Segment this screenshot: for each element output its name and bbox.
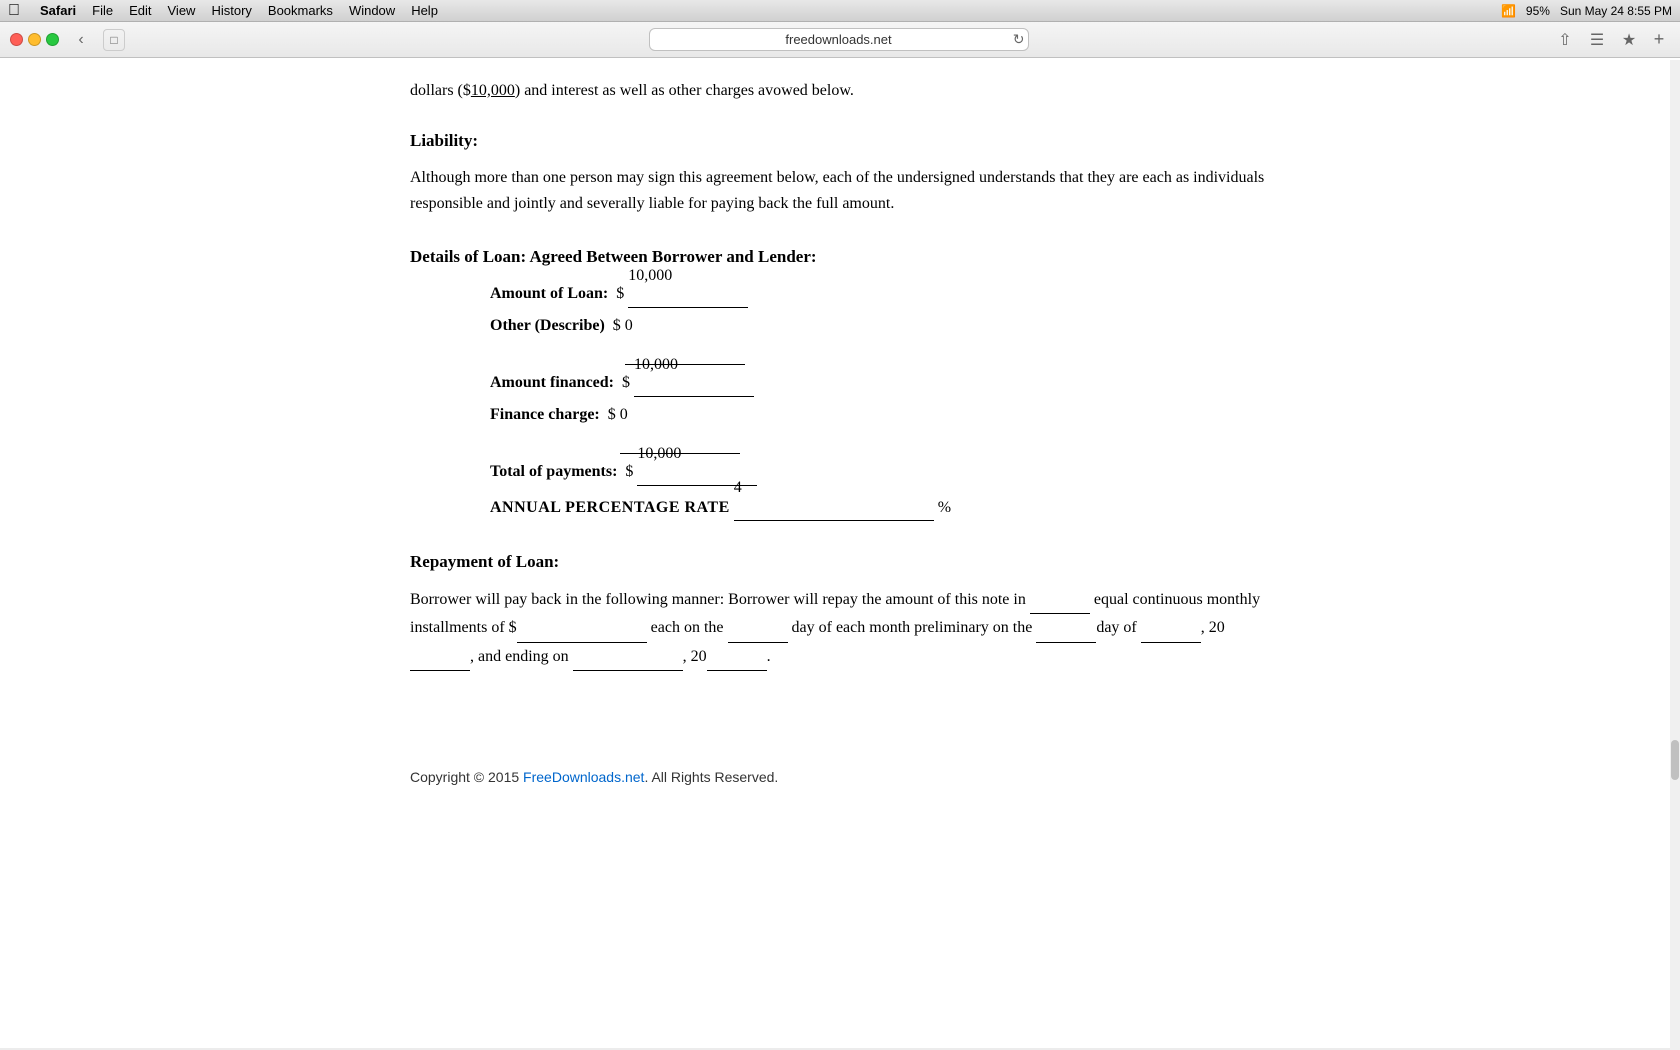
menubar:  Safari File Edit View History Bookmark…: [0, 0, 1680, 22]
apr-row: ANNUAL PERCENTAGE RATE 4 %: [490, 496, 1270, 521]
loan-detail-row: Amount financed: $ 10,000: [490, 371, 1270, 397]
repayment-blank-7: [573, 643, 683, 671]
battery-status: 95%: [1526, 4, 1550, 18]
menubar-status: 📶 95% Sun May 24 8:55 PM: [1501, 4, 1672, 18]
apr-field: 4: [734, 496, 934, 521]
loan-detail-row: Finance charge: $ 0: [490, 403, 1270, 454]
amount-of-loan-field: 10,000: [628, 282, 748, 308]
loan-details-section: Details of Loan: Agreed Between Borrower…: [410, 244, 1270, 521]
fullscreen-button[interactable]: [46, 33, 59, 46]
extensions-button[interactable]: ★: [1616, 29, 1642, 51]
refresh-button[interactable]: ↻: [1013, 31, 1025, 48]
copyright-text: Copyright © 2015: [410, 769, 523, 785]
loan-detail-row: Total of payments: $ 10,000: [490, 460, 1270, 486]
intro-text-before: dollars ($: [410, 82, 471, 99]
currency-symbol-2: $: [609, 314, 621, 338]
intro-text-after: ) and interest as well as other charges …: [515, 82, 854, 99]
repayment-heading: Repayment of Loan:: [410, 549, 1270, 575]
repayment-text: Borrower will pay back in the following …: [410, 586, 1270, 671]
apple-menu[interactable]: : [8, 2, 20, 20]
new-tab-button[interactable]: +: [1648, 29, 1670, 51]
view-menu[interactable]: View: [168, 3, 196, 18]
loan-detail-row: Other (Describe) $ 0: [490, 314, 1270, 365]
edit-menu[interactable]: Edit: [129, 3, 151, 18]
repayment-blank-1: [1030, 586, 1090, 614]
bookmarks-menu[interactable]: Bookmarks: [268, 3, 333, 18]
repayment-blank-5: [1141, 614, 1201, 642]
back-button[interactable]: ‹: [67, 29, 95, 51]
apr-label: ANNUAL PERCENTAGE RATE: [490, 496, 730, 520]
loan-amount-intro: 10,000: [471, 82, 515, 99]
window-controls: [10, 33, 59, 46]
finance-charge-value: 0: [620, 406, 628, 423]
currency-symbol-3: $: [618, 371, 630, 395]
loan-detail-row: Amount of Loan: $ 10,000: [490, 282, 1270, 308]
page-footer: Copyright © 2015 FreeDownloads.net. All …: [410, 751, 1270, 788]
sidebar-button[interactable]: ☰: [1584, 29, 1610, 51]
currency-symbol-1: $: [612, 282, 624, 306]
liability-heading: Liability:: [410, 128, 1270, 154]
repayment-blank-2: [517, 614, 647, 642]
amount-financed-value: 10,000: [634, 353, 678, 377]
amount-of-loan-label: Amount of Loan:: [490, 282, 608, 306]
file-menu[interactable]: File: [92, 3, 113, 18]
repayment-blank-4: [1036, 614, 1096, 642]
apr-value: 4: [734, 476, 742, 500]
repayment-blank-6: [410, 643, 470, 671]
other-describe-value: 0: [625, 317, 633, 334]
amount-financed-field: 10,000: [634, 371, 754, 397]
repayment-blank-3: [728, 614, 788, 642]
amount-of-loan-value: 10,000: [628, 264, 672, 288]
scrollbar-thumb[interactable]: [1671, 740, 1679, 780]
total-payments-label: Total of payments:: [490, 460, 617, 484]
browser-toolbar: ‹ □ freedownloads.net ↻ ⇧ ☰ ★ +: [0, 22, 1680, 58]
repayment-section: Repayment of Loan: Borrower will pay bac…: [410, 549, 1270, 671]
page-content: dollars ($10,000) and interest as well a…: [240, 58, 1440, 848]
finance-charge-label: Finance charge:: [490, 403, 600, 427]
currency-symbol-5: $: [621, 460, 633, 484]
freedownloads-link[interactable]: FreeDownloads.net: [523, 769, 644, 785]
tab-switcher-button[interactable]: □: [103, 29, 125, 51]
close-button[interactable]: [10, 33, 23, 46]
repayment-blank-8: [707, 643, 767, 671]
help-menu[interactable]: Help: [411, 3, 438, 18]
history-menu[interactable]: History: [211, 3, 251, 18]
address-bar-container: freedownloads.net ↻: [133, 28, 1544, 51]
amount-financed-label: Amount financed:: [490, 371, 614, 395]
loan-details-table: Amount of Loan: $ 10,000 Other (Describe…: [490, 282, 1270, 521]
minimize-button[interactable]: [28, 33, 41, 46]
page-wrapper: dollars ($10,000) and interest as well a…: [0, 58, 1680, 1048]
share-button[interactable]: ⇧: [1552, 29, 1578, 51]
other-describe-label: Other (Describe): [490, 314, 605, 338]
total-payments-value: 10,000: [637, 442, 681, 466]
liability-section: Liability: Although more than one person…: [410, 128, 1270, 217]
datetime-display: Sun May 24 8:55 PM: [1560, 4, 1672, 18]
liability-text: Although more than one person may sign t…: [410, 165, 1270, 216]
safari-menu[interactable]: Safari: [40, 3, 76, 18]
footer-suffix: . All Rights Reserved.: [644, 769, 778, 785]
scrollbar[interactable]: [1670, 60, 1680, 1050]
apr-percent-symbol: %: [938, 496, 951, 520]
currency-symbol-4: $: [604, 403, 616, 427]
address-bar[interactable]: freedownloads.net: [649, 28, 1029, 51]
intro-paragraph: dollars ($10,000) and interest as well a…: [410, 78, 1270, 104]
toolbar-actions: ⇧ ☰ ★ +: [1552, 29, 1670, 51]
wifi-icon: 📶: [1501, 4, 1516, 18]
loan-details-heading: Details of Loan: Agreed Between Borrower…: [410, 244, 1270, 270]
window-menu[interactable]: Window: [349, 3, 395, 18]
